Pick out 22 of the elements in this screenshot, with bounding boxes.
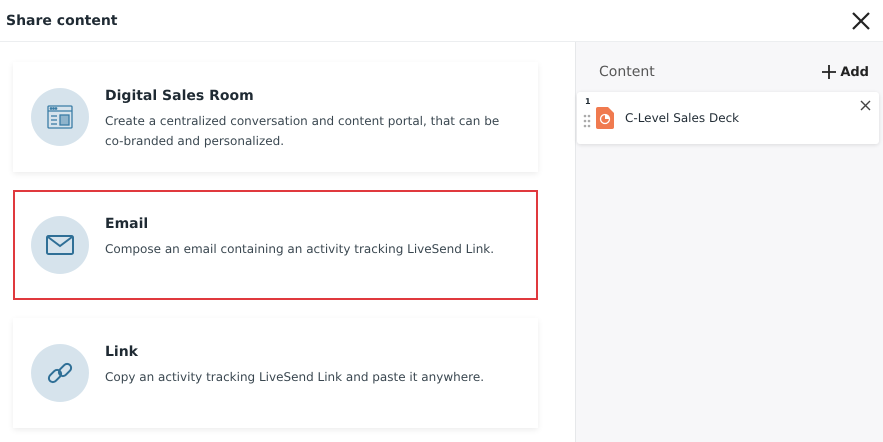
presentation-file-icon — [596, 107, 614, 129]
option-title: Digital Sales Room — [105, 88, 255, 104]
close-icon[interactable] — [851, 10, 871, 30]
remove-icon[interactable] — [860, 100, 871, 111]
option-title: Email — [105, 216, 150, 232]
option-title: Link — [105, 344, 139, 360]
drag-handle-icon[interactable] — [583, 114, 591, 128]
option-description: Compose an email containing an activity tracking LiveSend Link. — [105, 241, 494, 258]
dialog-title: Share content — [6, 12, 118, 28]
option-description: Copy an activity tracking LiveSend Link and paste it anywhere. — [105, 369, 484, 386]
envelope-icon — [46, 235, 74, 255]
share-option-card[interactable]: Link Copy an activity tracking LiveSend Link and paste it anywhere. — [13, 318, 538, 428]
item-number: 1 — [585, 97, 591, 106]
option-description: Create a centralized conversation and content portal, that can be co-branded and personalized. — [105, 113, 500, 150]
item-name: C-Level Sales Deck — [625, 111, 740, 125]
add-button[interactable]: Add — [822, 64, 869, 80]
content-heading: Content — [599, 64, 655, 80]
share-option-card[interactable]: Email Compose an email containing an activity tracking LiveSend Link. — [13, 190, 538, 300]
share-option-card[interactable]: Digital Sales Room Create a centralized conversation and content portal, that can be co-branded and personalized. — [13, 62, 538, 172]
plus-icon — [822, 65, 836, 79]
browser-window-icon — [47, 105, 73, 129]
content-item-card[interactable]: 1 C-Level Sales Deck — [577, 92, 879, 144]
